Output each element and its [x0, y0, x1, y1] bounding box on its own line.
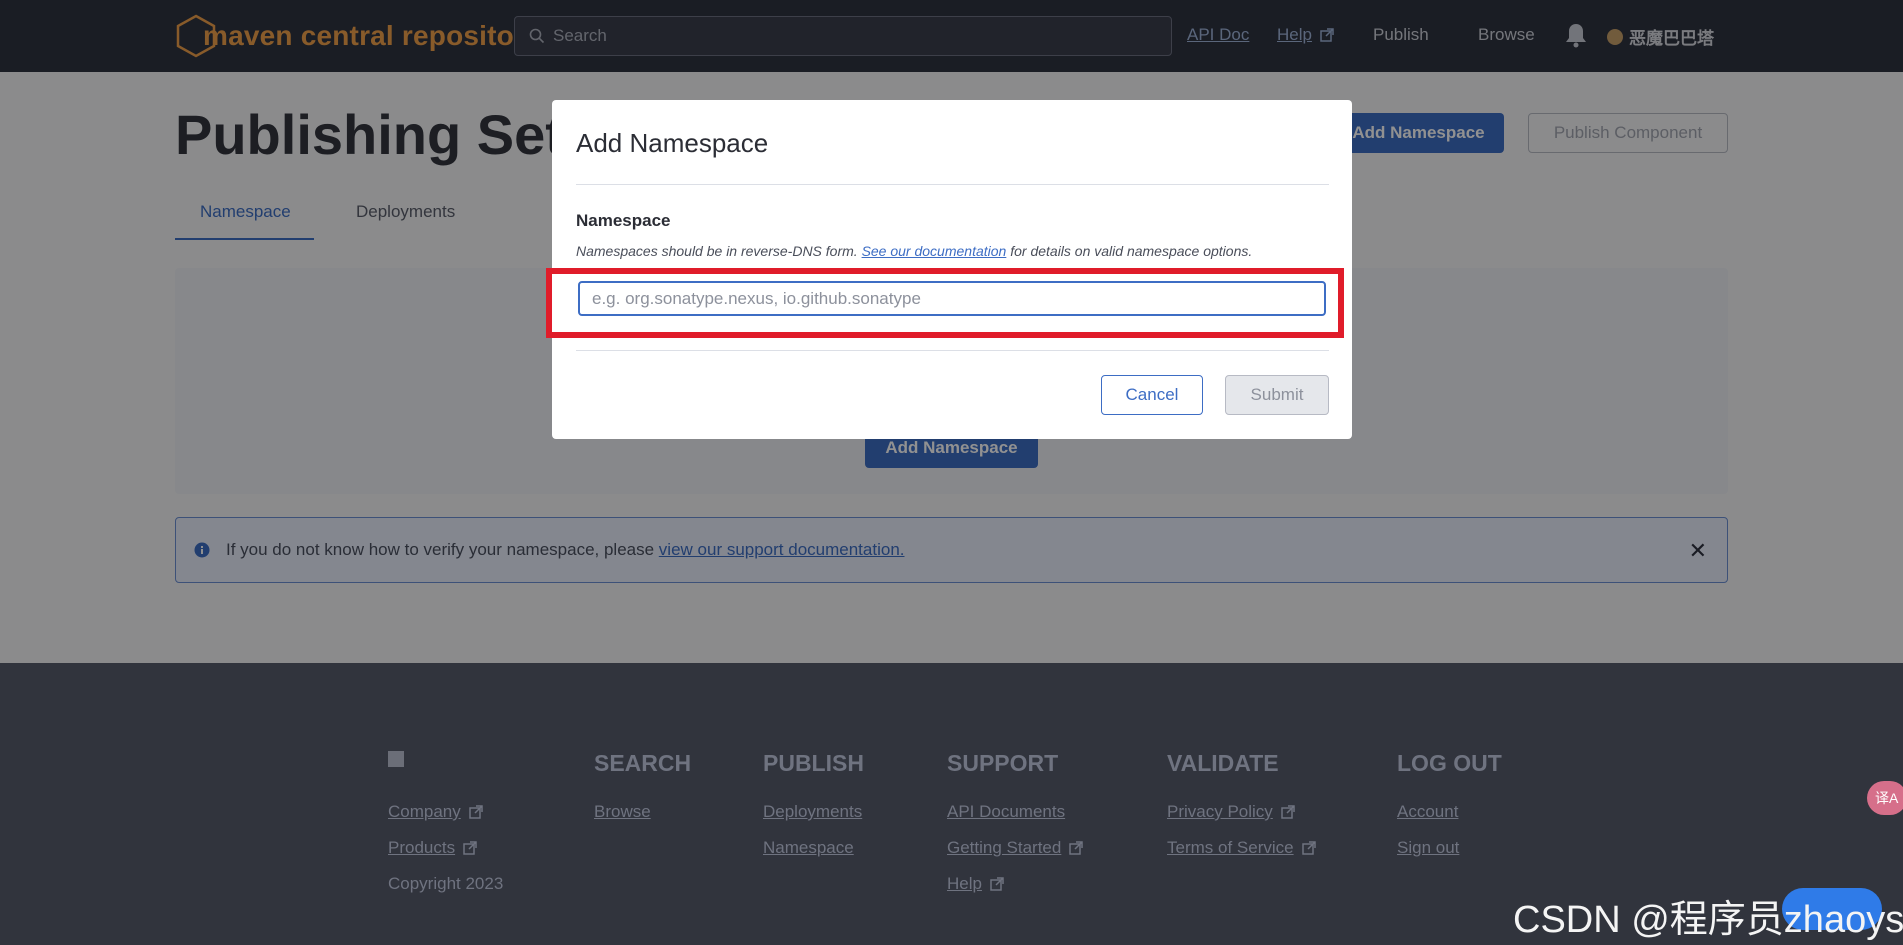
footer-title-validate: VALIDATE [1167, 750, 1279, 776]
footer-title-support: SUPPORT [947, 750, 1059, 776]
footer-title-publish: PUBLISH [763, 750, 864, 776]
footer-link-account[interactable]: Account [1397, 802, 1458, 822]
divider [576, 350, 1329, 351]
footer-logo [388, 751, 404, 767]
footer-title-search: SEARCH [594, 750, 692, 776]
footer-link-browse[interactable]: Browse [594, 802, 651, 822]
watermark: CSDN @程序员zhaoyss [1513, 899, 1903, 941]
footer-link-api-documents[interactable]: API Documents [947, 802, 1065, 822]
external-link-icon [469, 805, 483, 819]
footer-link-sign-out[interactable]: Sign out [1397, 838, 1459, 858]
copyright: Copyright 2023 [388, 874, 504, 893]
footer-link-company[interactable]: Company [388, 802, 483, 822]
divider [576, 184, 1329, 185]
submit-button[interactable]: Submit [1225, 375, 1329, 415]
footer-link-help[interactable]: Help [947, 874, 1004, 894]
external-link-icon [1281, 805, 1295, 819]
cancel-button[interactable]: Cancel [1101, 375, 1203, 415]
external-link-icon [463, 841, 477, 855]
modal-title: Add Namespace [576, 128, 769, 158]
external-link-icon [990, 877, 1004, 891]
footer-title-logout: LOG OUT [1397, 750, 1502, 776]
footer-link-terms[interactable]: Terms of Service [1167, 838, 1316, 858]
namespace-field-label: Namespace [576, 211, 671, 230]
documentation-link[interactable]: See our documentation [862, 243, 1007, 259]
external-link-icon [1069, 841, 1084, 855]
footer-link-privacy-policy[interactable]: Privacy Policy [1167, 802, 1295, 822]
footer-link-getting-started[interactable]: Getting Started [947, 838, 1084, 858]
footer-link-deployments[interactable]: Deployments [763, 802, 862, 822]
external-link-icon [1301, 841, 1316, 855]
footer-link-products[interactable]: Products [388, 838, 477, 858]
footer-link-namespace[interactable]: Namespace [763, 838, 854, 858]
translate-button[interactable]: 译A [1867, 781, 1903, 815]
annotation-highlight-box [546, 268, 1344, 338]
namespace-help-text: Namespaces should be in reverse-DNS form… [576, 243, 1253, 259]
